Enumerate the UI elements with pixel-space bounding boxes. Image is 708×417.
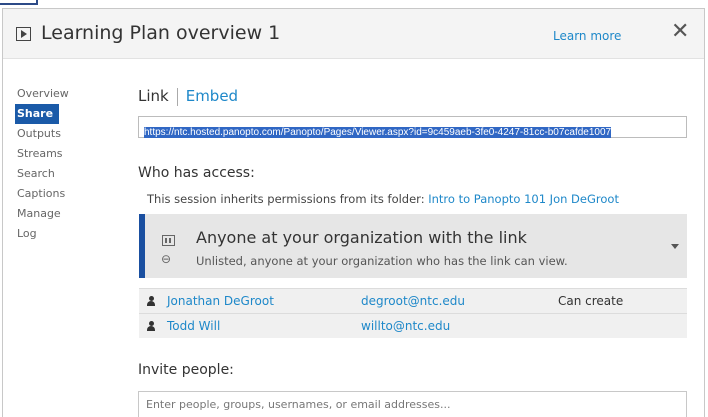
user-icon: [147, 296, 155, 307]
access-level-dropdown[interactable]: ⊖ Anyone at your organization with the l…: [139, 214, 687, 278]
user-icon: [147, 321, 155, 332]
share-url-text: https://ntc.hosted.panopto.com/Panopto/P…: [144, 127, 612, 138]
share-url-field[interactable]: https://ntc.hosted.panopto.com/Panopto/P…: [138, 116, 687, 138]
user-permission: Can create: [558, 294, 624, 308]
inherit-label: This session inherits permissions from i…: [147, 192, 429, 206]
link-icon: ⊖: [161, 252, 172, 266]
tab-divider: [176, 87, 178, 106]
user-name-link[interactable]: Jonathan DeGroot: [167, 294, 274, 308]
tab-link[interactable]: Link: [138, 87, 169, 105]
learn-more-link[interactable]: Learn more: [553, 29, 621, 43]
tab-embed[interactable]: Embed: [186, 87, 238, 105]
share-tabs: Link Embed: [138, 87, 238, 106]
dialog-header: Learning Plan overview 1 Learn more ✕: [3, 9, 704, 59]
invite-people-heading: Invite people:: [138, 362, 234, 378]
sidebar-item-manage[interactable]: Manage: [17, 204, 117, 224]
sidebar-item-overview[interactable]: Overview: [17, 84, 117, 104]
sidebar-item-search[interactable]: Search: [17, 164, 117, 184]
invite-people-input[interactable]: [138, 391, 687, 417]
inherit-permissions-text: This session inherits permissions from i…: [147, 192, 619, 206]
play-icon: [16, 27, 31, 41]
inherit-folder-link[interactable]: Intro to Panopto 101 Jon DeGroot: [428, 192, 619, 206]
user-email-link[interactable]: willto@ntc.edu: [361, 319, 450, 333]
user-row: Todd Will willto@ntc.edu: [139, 313, 687, 338]
sidebar-item-streams[interactable]: Streams: [17, 144, 117, 164]
who-has-access-heading: Who has access:: [138, 165, 255, 181]
dialog-title: Learning Plan overview 1: [41, 22, 281, 44]
sidebar-item-share[interactable]: Share: [15, 104, 59, 124]
corner-mark: [0, 0, 38, 5]
sidebar-nav: Overview Share Outputs Streams Search Ca…: [15, 84, 117, 244]
organization-icon: [162, 235, 175, 246]
share-dialog: Learning Plan overview 1 Learn more ✕ Ov…: [2, 8, 705, 417]
chevron-down-icon[interactable]: [671, 244, 679, 249]
access-level-subtitle: Unlisted, anyone at your organization wh…: [196, 254, 568, 268]
sidebar-item-outputs[interactable]: Outputs: [17, 124, 117, 144]
screenshot-frame: Learning Plan overview 1 Learn more ✕ Ov…: [0, 0, 708, 417]
sidebar-item-log[interactable]: Log: [17, 224, 117, 244]
user-row: Jonathan DeGroot degroot@ntc.edu Can cre…: [139, 288, 687, 313]
sidebar-item-captions[interactable]: Captions: [17, 184, 117, 204]
access-level-title: Anyone at your organization with the lin…: [196, 228, 527, 247]
user-email-link[interactable]: degroot@ntc.edu: [361, 294, 465, 308]
close-icon[interactable]: ✕: [671, 21, 689, 43]
user-name-link[interactable]: Todd Will: [167, 319, 220, 333]
